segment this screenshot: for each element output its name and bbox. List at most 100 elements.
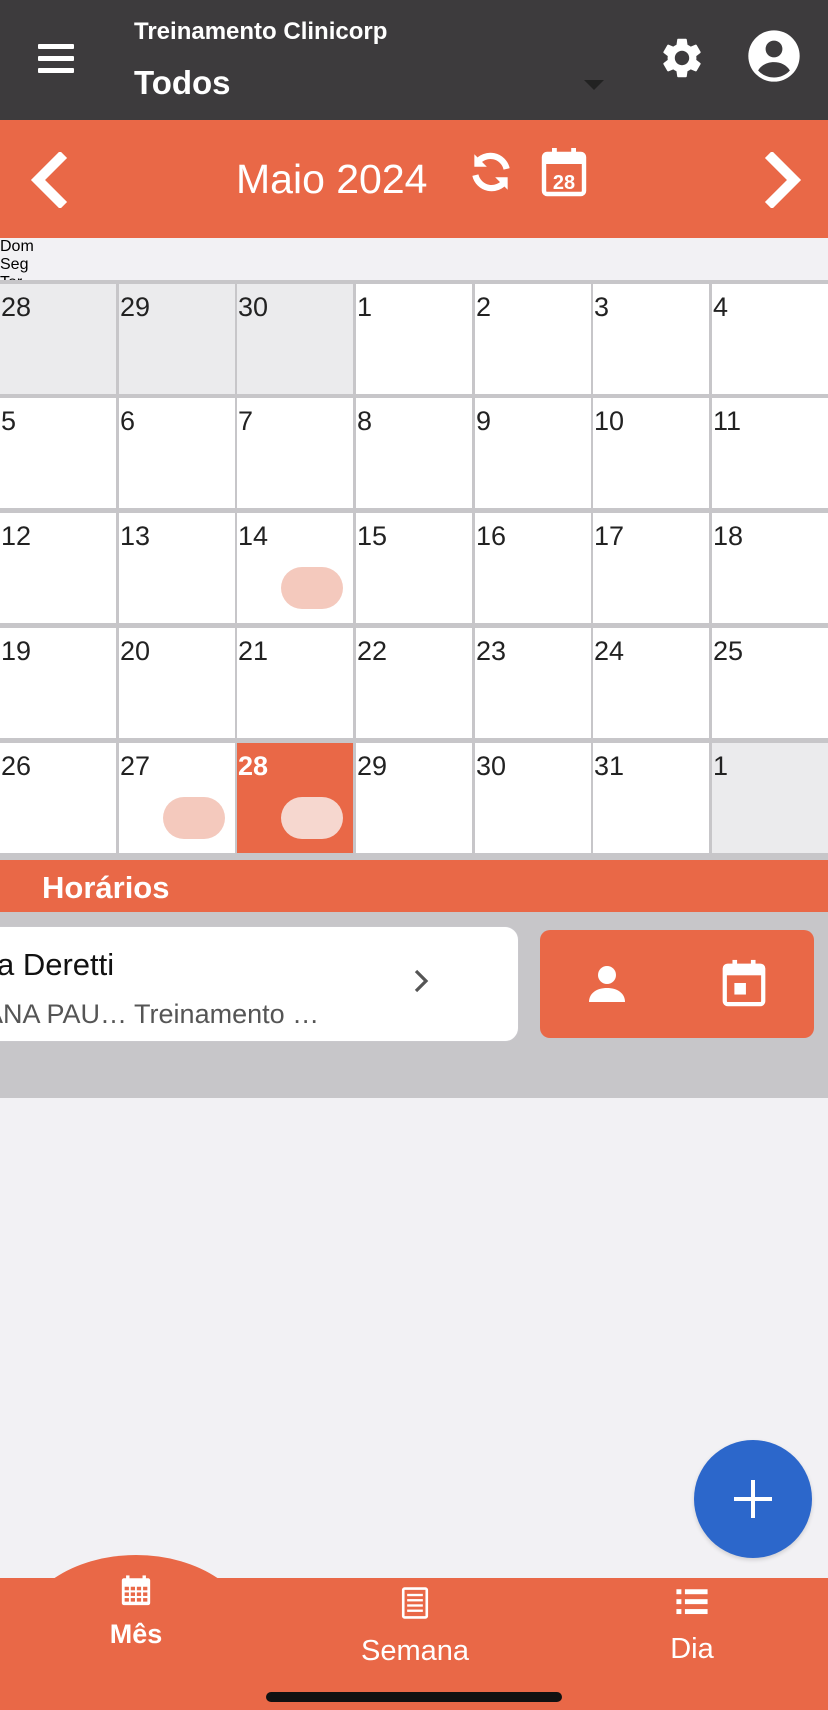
day-number: 30 <box>238 292 269 322</box>
calendar-day[interactable]: 3 <box>593 284 709 394</box>
calendar-day[interactable]: 31 <box>593 743 709 853</box>
calendar-today-icon[interactable]: 28 <box>540 146 588 198</box>
horarios-title: Horários <box>42 870 170 905</box>
calendar-day[interactable]: 11 <box>712 398 828 508</box>
day-number: 16 <box>476 521 507 551</box>
month-title: Maio 2024 <box>236 156 428 202</box>
day-number: 7 <box>238 406 254 436</box>
day-number: 14 <box>238 521 269 551</box>
calendar-day-selected[interactable]: 28 <box>237 743 353 853</box>
day-number: 25 <box>713 636 744 666</box>
day-number: 24 <box>594 636 625 666</box>
gear-icon[interactable] <box>658 34 706 82</box>
calendar-day[interactable]: 23 <box>475 628 591 738</box>
day-number: 18 <box>713 521 744 551</box>
event-indicator <box>281 797 343 839</box>
calendar-month-icon <box>121 1575 151 1606</box>
calendar-day[interactable]: 2 <box>475 284 591 394</box>
day-number: 29 <box>357 751 388 781</box>
tab-week[interactable]: Semana <box>340 1586 490 1668</box>
calendar-day[interactable]: 30 <box>237 284 353 394</box>
appointment-actions <box>540 930 814 1038</box>
calendar-day[interactable]: 28 <box>0 284 116 394</box>
calendar-day[interactable]: 29 <box>119 284 235 394</box>
calendar-day[interactable]: 30 <box>475 743 591 853</box>
day-number: 5 <box>1 406 17 436</box>
calendar-day[interactable]: 12 <box>0 513 116 623</box>
calendar-day[interactable]: 4 <box>712 284 828 394</box>
account-circle-icon[interactable] <box>746 28 802 84</box>
calendar-day[interactable]: 1 <box>356 284 472 394</box>
calendar-day[interactable]: 29 <box>356 743 472 853</box>
day-number: 21 <box>238 636 269 666</box>
day-number: 9 <box>476 406 492 436</box>
list-icon <box>676 1589 708 1615</box>
calendar-day[interactable]: 15 <box>356 513 472 623</box>
calendar-day[interactable]: 9 <box>475 398 591 508</box>
chevron-left-icon[interactable] <box>24 152 72 208</box>
tab-month[interactable]: Mês <box>76 1574 196 1650</box>
today-badge: 28 <box>553 172 575 194</box>
professional-filter-select[interactable]: Todos <box>134 64 231 102</box>
person-icon[interactable] <box>582 960 632 1008</box>
calendar-day[interactable]: 18 <box>712 513 828 623</box>
day-number: 30 <box>476 751 507 781</box>
day-number: 11 <box>713 406 742 436</box>
calendar-day[interactable]: 14 <box>237 513 353 623</box>
tab-month-label: Mês <box>109 1619 163 1649</box>
calendar-week-icon <box>401 1587 429 1619</box>
horarios-header: Horários <box>0 860 828 912</box>
day-number: 22 <box>357 636 388 666</box>
app-header: Treinamento Clinicorp Todos <box>0 0 828 120</box>
weekday-label: Seg <box>0 256 29 273</box>
refresh-icon[interactable] <box>466 146 516 198</box>
calendar-day[interactable]: 25 <box>712 628 828 738</box>
day-number: 1 <box>713 751 729 781</box>
month-calendar: DomSegTerQuaQuiSexSáb 282930123456789101… <box>0 238 828 1098</box>
calendar-day[interactable]: 20 <box>119 628 235 738</box>
calendar-day[interactable]: 13 <box>119 513 235 623</box>
menu-icon[interactable] <box>38 42 74 78</box>
day-number: 12 <box>1 521 32 551</box>
day-number: 27 <box>120 751 151 781</box>
chevron-right-icon[interactable] <box>760 152 808 208</box>
calendar-day[interactable]: 16 <box>475 513 591 623</box>
day-number: 28 <box>1 292 32 322</box>
calendar-day[interactable]: 10 <box>593 398 709 508</box>
day-number: 10 <box>594 406 625 436</box>
calendar-day[interactable]: 26 <box>0 743 116 853</box>
home-indicator <box>266 1692 562 1702</box>
day-number: 15 <box>357 521 388 551</box>
day-number: 6 <box>120 406 136 436</box>
day-number: 2 <box>476 292 492 322</box>
tab-day[interactable]: Dia <box>630 1586 754 1666</box>
day-number: 19 <box>1 636 32 666</box>
calendar-day[interactable]: 1 <box>712 743 828 853</box>
event-indicator <box>281 567 343 609</box>
calendar-day[interactable]: 7 <box>237 398 353 508</box>
calendar-event-icon[interactable] <box>720 958 768 1008</box>
day-number: 31 <box>594 751 625 781</box>
chevron-right-icon <box>414 969 429 993</box>
day-number: 26 <box>1 751 32 781</box>
clinic-name: Treinamento Clinicorp <box>134 18 388 45</box>
calendar-day[interactable]: 8 <box>356 398 472 508</box>
appointment-patient-name: a Deretti <box>0 947 115 982</box>
month-navigation-bar: Maio 2024 28 <box>0 120 828 238</box>
appointment-card[interactable]: a Deretti ANA PAU… Treinamento … <box>0 926 519 1042</box>
calendar-day[interactable]: 19 <box>0 628 116 738</box>
calendar-day[interactable]: 6 <box>119 398 235 508</box>
add-appointment-button[interactable] <box>694 1440 812 1558</box>
calendar-day[interactable]: 22 <box>356 628 472 738</box>
calendar-day[interactable]: 24 <box>593 628 709 738</box>
day-number: 1 <box>357 292 373 322</box>
calendar-day[interactable]: 21 <box>237 628 353 738</box>
chevron-down-icon[interactable] <box>584 80 604 90</box>
weekday-label: Dom <box>0 238 34 255</box>
calendar-day[interactable]: 17 <box>593 513 709 623</box>
calendar-day[interactable]: 27 <box>119 743 235 853</box>
calendar-day[interactable]: 5 <box>0 398 116 508</box>
day-number: 20 <box>120 636 151 666</box>
appointment-detail: ANA PAU… Treinamento … <box>0 999 320 1029</box>
tab-day-label: Dia <box>670 1633 714 1665</box>
